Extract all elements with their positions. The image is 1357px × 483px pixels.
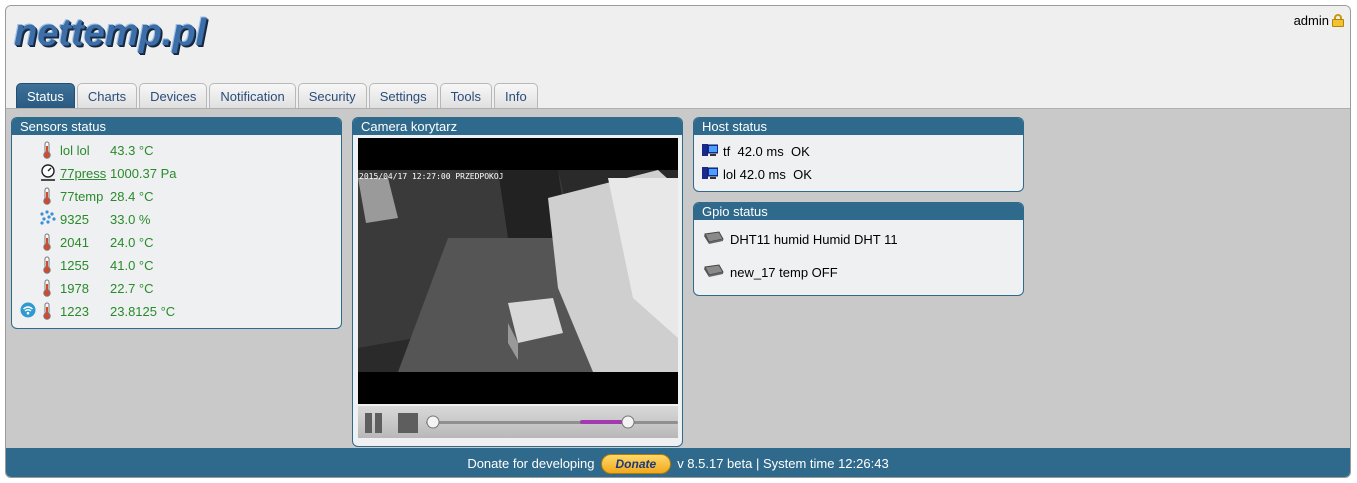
video-controls	[358, 406, 678, 438]
humidity-icon	[39, 210, 57, 229]
donate-button[interactable]: Donate	[600, 453, 672, 474]
gpio-status-panel: Gpio status DHT11 humid Humid DHT 11 new…	[693, 202, 1024, 296]
thermometer-icon	[42, 256, 52, 277]
sensor-name[interactable]: 1978	[60, 281, 89, 296]
gpio-label[interactable]: DHT11 humid Humid DHT 11	[730, 232, 898, 247]
sensor-name[interactable]: 1255	[60, 258, 89, 273]
host-row[interactable]: tf 42.0 ms OK	[702, 142, 810, 160]
sensor-value: 22.7 °C	[110, 280, 154, 296]
donate-text: Donate for developing	[467, 456, 595, 471]
volume-slider-handle[interactable]	[621, 415, 635, 429]
panel-title: Host status	[694, 118, 1023, 135]
host-name[interactable]: tf	[723, 144, 730, 159]
host-state: OK	[790, 143, 810, 159]
tab-devices[interactable]: Devices	[139, 83, 208, 108]
host-ping: 42.0 ms	[739, 166, 786, 182]
sensor-value: 41.0 °C	[110, 257, 154, 273]
chip-icon	[702, 263, 724, 281]
panel-title: Gpio status	[694, 203, 1023, 220]
sensor-value: 1000.37 Pa	[110, 165, 177, 181]
username[interactable]: admin	[1294, 13, 1329, 28]
lock-icon[interactable]	[1332, 14, 1344, 27]
camera-panel: Camera korytarz 2015/04/17 12:27:00 PRZE…	[352, 117, 683, 447]
tab-charts[interactable]: Charts	[76, 83, 138, 108]
panel-title: Sensors status	[12, 118, 341, 135]
video-timestamp: 2015/04/17 12:27:00 PRZEDPOKOJ	[359, 172, 504, 181]
host-row[interactable]: lol 42.0 ms OK	[702, 165, 812, 183]
sensor-value: 33.0 %	[110, 211, 151, 227]
content-area: Sensors status lol lol 43.3 °C 77press 1…	[6, 108, 1350, 448]
version-and-time: v 8.5.17 beta | System time 12:26:43	[677, 456, 889, 471]
sensor-name[interactable]: 2041	[60, 235, 89, 250]
sensor-name[interactable]: 77temp	[60, 189, 103, 204]
sensor-name[interactable]: 1223	[60, 304, 89, 319]
monitor-icon	[702, 143, 719, 160]
camera-video[interactable]: 2015/04/17 12:27:00 PRZEDPOKOJ	[358, 138, 678, 404]
tab-security[interactable]: Security	[297, 83, 367, 108]
gpio-row[interactable]: new_17 temp OFF	[702, 262, 838, 282]
host-state: OK	[793, 166, 812, 182]
tab-info[interactable]: Info	[494, 83, 538, 108]
tab-notification[interactable]: Notification	[209, 83, 296, 108]
sensor-value: 28.4 °C	[110, 188, 154, 204]
thermometer-icon	[42, 302, 52, 323]
tab-status[interactable]: Status	[16, 83, 75, 108]
gpio-label[interactable]: new_17 temp OFF	[730, 265, 838, 280]
host-name[interactable]: lol	[723, 167, 736, 182]
stop-button[interactable]	[398, 413, 418, 433]
user-menu[interactable]: admin	[1294, 13, 1344, 28]
header: nettemp.pl admin Status Charts Devices N…	[6, 6, 1350, 108]
host-ping: 42.0 ms	[737, 143, 784, 159]
panel-title: Camera korytarz	[353, 118, 682, 135]
seek-slider-handle[interactable]	[426, 415, 440, 429]
monitor-icon	[702, 166, 719, 183]
tab-settings[interactable]: Settings	[368, 83, 438, 108]
footer: Donate for developing Donate v 8.5.17 be…	[6, 448, 1350, 477]
sensor-name[interactable]: 9325	[60, 212, 89, 227]
thermometer-icon	[42, 233, 52, 254]
tab-tools[interactable]: Tools	[439, 83, 493, 108]
logo[interactable]: nettemp.pl	[14, 12, 206, 55]
thermometer-icon	[42, 187, 52, 208]
sensor-name[interactable]: 77press	[60, 166, 106, 181]
main-tabs: Status Charts Devices Notification Secur…	[16, 83, 538, 108]
thermometer-icon	[42, 141, 52, 162]
pressure-gauge-icon	[40, 164, 56, 185]
thermometer-icon	[42, 279, 52, 300]
sensors-panel: Sensors status lol lol 43.3 °C 77press 1…	[11, 117, 342, 329]
sensor-value: 24.0 °C	[110, 234, 154, 250]
sensor-value: 23.8125 °C	[110, 303, 176, 319]
wireless-icon	[20, 302, 36, 321]
chip-icon	[702, 230, 724, 248]
app-window: nettemp.pl admin Status Charts Devices N…	[5, 5, 1351, 478]
sensor-value: 43.3 °C	[110, 142, 154, 158]
gpio-row[interactable]: DHT11 humid Humid DHT 11	[702, 229, 898, 249]
sensor-name[interactable]: lol lol	[60, 143, 90, 158]
host-status-panel: Host status tf 42.0 ms OK lol 42.0 ms OK	[693, 117, 1024, 192]
